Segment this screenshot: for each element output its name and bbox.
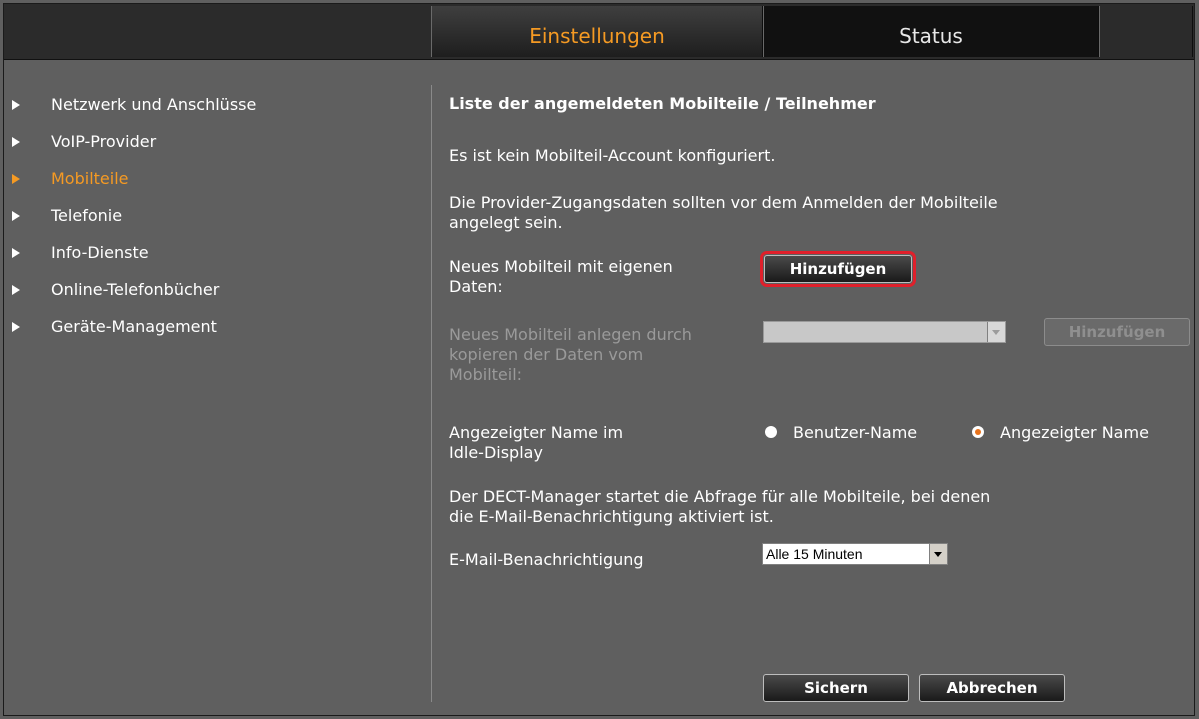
idle-label-line1: Angezeigter Name im [449, 423, 624, 442]
email-notification-label: E-Mail-Benachrichtigung [449, 550, 644, 569]
copy-label-line1: Neues Mobilteil anlegen durch [449, 325, 692, 344]
provider-note-line1: Die Provider-Zugangsdaten sollten vor de… [449, 193, 998, 212]
no-account-text: Es ist kein Mobilteil-Account konfigurie… [449, 146, 776, 165]
copy-label-line3: Mobilteil: [449, 365, 523, 384]
dect-note-line2: die E-Mail-Benachrichtigung aktiviert is… [449, 507, 774, 526]
page-title: Liste der angemeldeten Mobilteile / Teil… [449, 94, 876, 113]
new-handset-label-line2: Daten: [449, 277, 503, 296]
radio-username-label: Benutzer-Name [793, 423, 918, 442]
copy-from-handset-select[interactable] [763, 321, 1006, 343]
save-button[interactable]: Sichern [763, 674, 909, 702]
provider-note-line2: angelegt sein. [449, 213, 563, 232]
idle-label-line2: Idle-Display [449, 443, 543, 462]
new-handset-label-line1: Neues Mobilteil mit eigenen [449, 257, 673, 276]
chevron-down-icon [987, 322, 1005, 342]
add-handset-button[interactable]: Hinzufügen [760, 251, 916, 287]
radio-displayname[interactable] [972, 426, 984, 438]
radio-displayname-label: Angezeigter Name [1000, 423, 1149, 442]
main-content: Liste der angemeldeten Mobilteile / Teil… [4, 4, 1194, 715]
cancel-button[interactable]: Abbrechen [919, 674, 1065, 702]
email-select-value: Alle 15 Minuten [766, 546, 863, 562]
dect-note-line1: Der DECT-Manager startet die Abfrage für… [449, 487, 991, 506]
copy-label-line2: kopieren der Daten vom [449, 345, 644, 364]
copy-add-button[interactable]: Hinzufügen [1044, 318, 1190, 346]
chevron-down-icon [929, 544, 947, 564]
app-frame: Einstellungen Status Netzwerk und Anschl… [3, 3, 1195, 716]
email-notification-select[interactable]: Alle 15 Minuten [762, 543, 948, 565]
radio-username[interactable] [765, 426, 777, 438]
